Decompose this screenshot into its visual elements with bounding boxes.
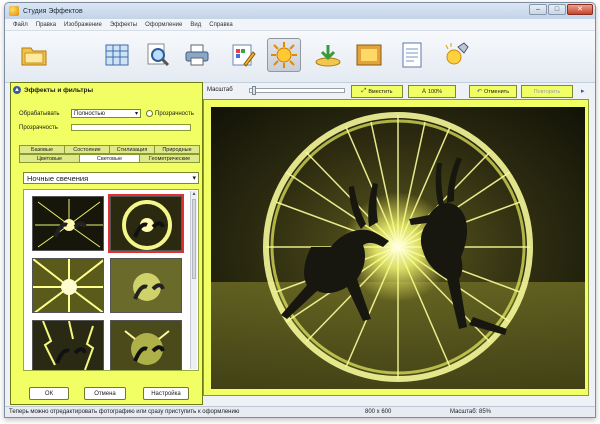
- effect-thumbnail[interactable]: [110, 258, 182, 313]
- menu-effects[interactable]: Эффекты: [110, 22, 137, 28]
- minimize-button[interactable]: –: [529, 4, 547, 15]
- redo-button[interactable]: Повторить: [521, 85, 573, 98]
- tabs-row-1: Базовые Состояние Стилизация Природные: [19, 145, 200, 154]
- effect-thumbnail-selected[interactable]: [108, 194, 184, 253]
- maximize-button[interactable]: □: [548, 4, 566, 15]
- cancel-button[interactable]: Отмена: [84, 387, 126, 400]
- image-size: 800 x 600: [365, 409, 392, 415]
- printer-icon[interactable]: [180, 38, 214, 72]
- undo-label: Отменить: [483, 88, 510, 95]
- zoom-toolbar: Масштаб ⤢ Вместить A 100% ↶ Отменить Пов…: [203, 83, 595, 99]
- fit-icon: ⤢: [361, 88, 367, 94]
- tab-state[interactable]: Состояние: [64, 145, 110, 154]
- main-toolbar: [5, 31, 595, 83]
- effect-select[interactable]: Ночные свечения ▾: [23, 172, 199, 184]
- tab-geometric[interactable]: Геометрические: [139, 154, 200, 163]
- effect-thumbnail[interactable]: [32, 196, 104, 251]
- apply-select[interactable]: Полностью ▾: [71, 109, 141, 118]
- document-icon[interactable]: [395, 38, 429, 72]
- frame-icon[interactable]: [352, 38, 386, 72]
- status-bar: Теперь можно отредактировать фотографию …: [5, 406, 595, 417]
- redo-label: Повторить: [533, 88, 561, 95]
- tabs-row-2: Цветовые Световые Геометрические: [19, 154, 200, 163]
- settings-button[interactable]: Настройка: [143, 387, 189, 400]
- tab-light[interactable]: Световые: [79, 154, 140, 163]
- status-message: Теперь можно отредактировать фотографию …: [9, 409, 240, 415]
- title-bar: Студия Эффектов – □ ✕: [5, 3, 595, 19]
- zoom-slider-thumb[interactable]: [252, 86, 256, 95]
- app-icon: [9, 6, 19, 16]
- app-window: Студия Эффектов – □ ✕ Файл Правка Изобра…: [4, 2, 596, 418]
- fit-button[interactable]: ⤢ Вместить: [351, 85, 403, 98]
- opacity-row: Прозрачность: [19, 124, 191, 131]
- open-folder-icon[interactable]: [17, 38, 51, 72]
- collapse-chevron-icon[interactable]: ▲: [13, 86, 21, 94]
- canvas-area: [203, 99, 589, 396]
- actual-size-button[interactable]: A 100%: [408, 85, 456, 98]
- undo-icon: ↶: [476, 89, 482, 95]
- effects-panel: ▲ Эффекты и фильтры Обрабатывать Полност…: [10, 82, 203, 405]
- sun-effects-icon[interactable]: [267, 38, 301, 72]
- zoom-slider[interactable]: [249, 86, 345, 95]
- tab-color[interactable]: Цветовые: [19, 154, 80, 163]
- tab-stylize[interactable]: Стилизация: [109, 145, 155, 154]
- menu-image[interactable]: Изображение: [64, 22, 102, 28]
- apply-label: Обрабатывать: [19, 110, 60, 117]
- tab-basic[interactable]: Базовые: [19, 145, 65, 154]
- scrollbar-thumb[interactable]: [192, 199, 196, 279]
- close-button[interactable]: ✕: [567, 4, 593, 15]
- menu-view[interactable]: Вид: [190, 22, 201, 28]
- opacity-label: Прозрачность: [19, 124, 58, 131]
- apply-row: Обрабатывать Полностью ▾ Прозрачность: [19, 109, 194, 118]
- magnifier-icon[interactable]: [141, 38, 175, 72]
- menu-file[interactable]: Файл: [13, 22, 28, 28]
- gallery-scrollbar[interactable]: ▲: [190, 191, 197, 369]
- actual-size-label: 100%: [427, 88, 443, 95]
- panel-title: Эффекты и фильтры: [24, 86, 94, 94]
- effect-thumbnail[interactable]: [110, 320, 182, 370]
- grid-icon[interactable]: [100, 38, 134, 72]
- opacity-slider[interactable]: [71, 124, 191, 131]
- actual-size-icon: A: [421, 88, 426, 95]
- ok-button[interactable]: ОК: [29, 387, 69, 400]
- menu-bar: Файл Правка Изображение Эффекты Оформлен…: [5, 19, 595, 31]
- zoom-label: Масштаб: [207, 87, 233, 93]
- effect-select-value: Ночные свечения: [27, 173, 89, 183]
- download-icon[interactable]: [311, 38, 345, 72]
- expand-arrow-icon[interactable]: ▸: [581, 87, 585, 95]
- menu-help[interactable]: Справка: [209, 22, 233, 28]
- undo-button[interactable]: ↶ Отменить: [469, 85, 517, 98]
- transparency-checkbox[interactable]: [146, 110, 153, 117]
- panel-header: ▲ Эффекты и фильтры: [13, 86, 93, 94]
- transparency-checkbox-label: Прозрачность: [155, 110, 194, 117]
- tab-natural[interactable]: Природные: [154, 145, 200, 154]
- status-zoom: Масштаб: 85%: [450, 409, 492, 415]
- fit-label: Вместить: [368, 88, 393, 95]
- dropdown-arrow-icon: ▾: [134, 111, 138, 117]
- sparkle-pencil-icon[interactable]: [439, 38, 473, 72]
- menu-edit[interactable]: Правка: [36, 22, 56, 28]
- dropdown-arrow-icon: ▾: [192, 175, 196, 182]
- menu-design[interactable]: Оформление: [145, 22, 182, 28]
- scroll-up-icon[interactable]: ▲: [191, 191, 197, 198]
- window-title: Студия Эффектов: [23, 7, 83, 15]
- edit-palette-icon[interactable]: [226, 38, 260, 72]
- effect-thumbnail[interactable]: [32, 258, 104, 313]
- apply-select-value: Полностью: [74, 110, 106, 117]
- photo-canvas[interactable]: [211, 107, 585, 389]
- effect-thumbnail[interactable]: [32, 320, 104, 370]
- effect-gallery: ▲: [23, 189, 199, 371]
